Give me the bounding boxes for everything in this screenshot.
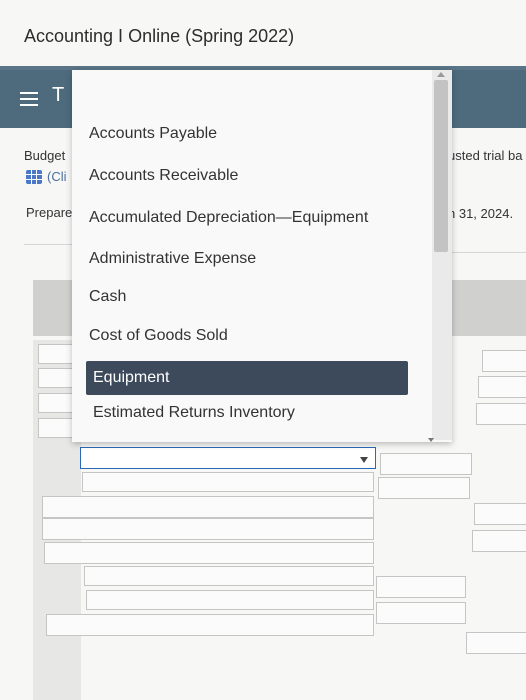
- dropdown-option[interactable]: Estimated Returns Inventory: [86, 396, 423, 430]
- amount-input[interactable]: [474, 503, 526, 525]
- prepare-label: Prepare: [26, 205, 73, 220]
- table-input[interactable]: [478, 376, 526, 398]
- account-select[interactable]: [44, 542, 374, 564]
- instructions-text-partial: usted trial ba: [448, 148, 523, 163]
- amount-input[interactable]: [376, 576, 466, 598]
- account-select[interactable]: [46, 614, 374, 636]
- table-input[interactable]: [482, 350, 526, 372]
- dropdown-option[interactable]: Accumulated Depreciation—Equipment: [82, 201, 419, 235]
- account-select[interactable]: [42, 518, 374, 540]
- account-select[interactable]: [84, 566, 374, 586]
- budget-label: Budget: [24, 148, 66, 163]
- dropdown-option[interactable]: Cash: [82, 280, 419, 314]
- divider: [448, 252, 526, 253]
- dropdown-option[interactable]: Cost of Goods Sold: [82, 319, 419, 353]
- chevron-down-icon[interactable]: [360, 457, 368, 463]
- table-header-band: [448, 280, 526, 336]
- scroll-up-icon[interactable]: [437, 72, 445, 77]
- dropdown-option[interactable]: Accounts Payable: [82, 117, 419, 151]
- debit-input[interactable]: [380, 453, 472, 475]
- table-input[interactable]: [476, 403, 526, 425]
- scrollbar-thumb[interactable]: [434, 80, 448, 252]
- top-bar: Accounting I Online (Spring 2022): [0, 0, 526, 67]
- scroll-down-icon[interactable]: [428, 438, 434, 442]
- dropdown-option[interactable]: Administrative Expense: [82, 242, 419, 276]
- account-select[interactable]: [42, 496, 374, 518]
- account-select[interactable]: [80, 447, 376, 469]
- amount-input[interactable]: [472, 530, 526, 552]
- account-dropdown-list: Accounts Payable Accounts Receivable Acc…: [72, 70, 452, 442]
- dropdown-option-selected[interactable]: Equipment: [86, 361, 408, 395]
- divider: [24, 244, 72, 245]
- amount-input[interactable]: [466, 632, 526, 654]
- amount-input[interactable]: [376, 602, 466, 624]
- app-title: Accounting I Online (Spring 2022): [24, 26, 295, 46]
- account-select[interactable]: [86, 590, 374, 610]
- hamburger-icon[interactable]: [20, 92, 38, 106]
- grid-icon[interactable]: [26, 170, 42, 184]
- nav-title-partial: T: [52, 84, 65, 106]
- click-link[interactable]: (Cli: [47, 169, 73, 184]
- account-select[interactable]: [82, 472, 374, 492]
- amount-input[interactable]: [378, 477, 470, 499]
- dropdown-option[interactable]: Accounts Receivable: [82, 159, 419, 193]
- date-text-partial: h 31, 2024.: [448, 206, 514, 221]
